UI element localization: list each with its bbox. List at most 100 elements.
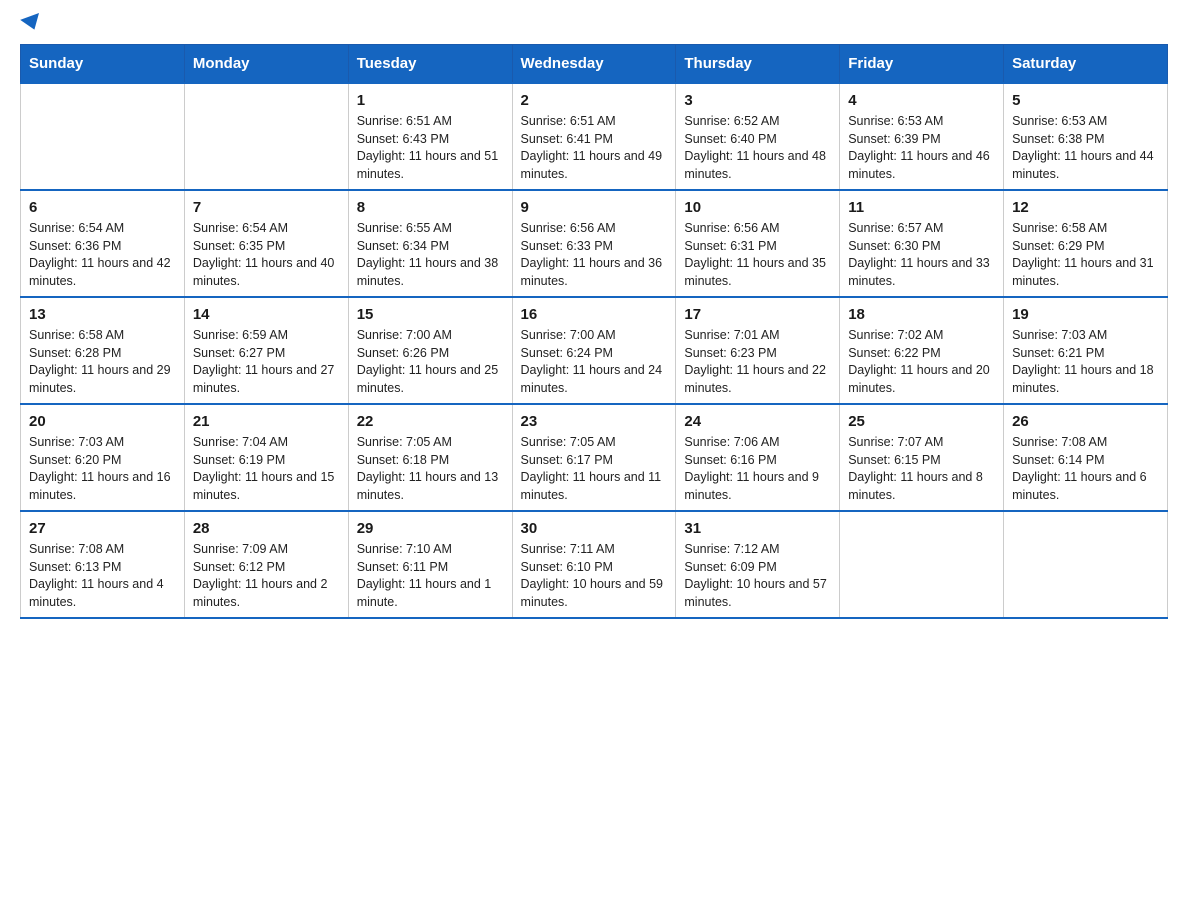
day-number: 12 — [1012, 197, 1159, 218]
sunrise-text: Sunrise: 7:02 AM — [848, 328, 943, 342]
day-number: 18 — [848, 304, 995, 325]
calendar-cell: 8 Sunrise: 6:55 AM Sunset: 6:34 PM Daylight… — [348, 190, 512, 297]
calendar-cell: 13Sunrise: 6:58 AMSunset: 6:28 PMDayligh… — [21, 297, 185, 404]
calendar-cell: 16Sunrise: 7:00 AMSunset: 6:24 PMDayligh… — [512, 297, 676, 404]
daylight-text: Daylight: 11 hours and 16 minutes. — [29, 470, 171, 502]
day-number: 20 — [29, 411, 176, 432]
calendar-cell: 28Sunrise: 7:09 AMSunset: 6:12 PMDayligh… — [184, 511, 348, 618]
daylight-text: Daylight: 11 hours and 40 minutes. — [193, 256, 335, 288]
calendar-cell: 24Sunrise: 7:06 AMSunset: 6:16 PMDayligh… — [676, 404, 840, 511]
daylight-text: Daylight: 11 hours and 2 minutes. — [193, 577, 328, 609]
calendar-cell: 10Sunrise: 6:56 AMSunset: 6:31 PMDayligh… — [676, 190, 840, 297]
calendar-cell: 20Sunrise: 7:03 AMSunset: 6:20 PMDayligh… — [21, 404, 185, 511]
calendar-cell: 7Sunrise: 6:54 AMSunset: 6:35 PMDaylight… — [184, 190, 348, 297]
calendar-cell: 21Sunrise: 7:04 AMSunset: 6:19 PMDayligh… — [184, 404, 348, 511]
sunrise-text: Sunrise: 6:55 AM — [357, 221, 452, 235]
daylight-text: Daylight: 11 hours and 27 minutes. — [193, 363, 335, 395]
sunset-text: Sunset: 6:27 PM — [193, 346, 285, 360]
sunrise-text: Sunrise: 7:08 AM — [29, 542, 124, 556]
sunrise-text: Sunrise: 7:08 AM — [1012, 435, 1107, 449]
daylight-text: Daylight: 11 hours and 15 minutes. — [193, 470, 335, 502]
calendar-week-row: 6Sunrise: 6:54 AMSunset: 6:36 PMDaylight… — [21, 190, 1168, 297]
calendar-cell — [840, 511, 1004, 618]
sunset-text: Sunset: 6:34 PM — [357, 239, 449, 253]
day-number: 10 — [684, 197, 831, 218]
day-number: 21 — [193, 411, 340, 432]
sunset-text: Sunset: 6:21 PM — [1012, 346, 1104, 360]
calendar-cell: 2Sunrise: 6:51 AMSunset: 6:41 PMDaylight… — [512, 83, 676, 190]
sunset-text: Sunset: 6:13 PM — [29, 560, 121, 574]
daylight-text: Daylight: 11 hours and 35 minutes. — [684, 256, 826, 288]
sunset-text: Sunset: 6:40 PM — [684, 132, 776, 146]
day-number: 4 — [848, 90, 995, 111]
calendar-cell: 9Sunrise: 6:56 AMSunset: 6:33 PMDaylight… — [512, 190, 676, 297]
day-number: 5 — [1012, 90, 1159, 111]
calendar-header-monday: Monday — [184, 45, 348, 84]
calendar-cell — [21, 83, 185, 190]
daylight-text: Daylight: 11 hours and 29 minutes. — [29, 363, 171, 395]
calendar-header-wednesday: Wednesday — [512, 45, 676, 84]
day-number: 25 — [848, 411, 995, 432]
sunrise-text: Sunrise: 7:03 AM — [1012, 328, 1107, 342]
logo — [20, 20, 42, 34]
sunset-text: Sunset: 6:19 PM — [193, 453, 285, 467]
sunrise-text: Sunrise: 7:09 AM — [193, 542, 288, 556]
calendar-cell: 29Sunrise: 7:10 AMSunset: 6:11 PMDayligh… — [348, 511, 512, 618]
sunset-text: Sunset: 6:31 PM — [684, 239, 776, 253]
daylight-text: Daylight: 11 hours and 9 minutes. — [684, 470, 819, 502]
daylight-text: Daylight: 11 hours and 22 minutes. — [684, 363, 826, 395]
sunset-text: Sunset: 6:09 PM — [684, 560, 776, 574]
sunset-text: Sunset: 6:10 PM — [521, 560, 613, 574]
day-number: 8 — [357, 197, 504, 218]
calendar-cell: 22Sunrise: 7:05 AMSunset: 6:18 PMDayligh… — [348, 404, 512, 511]
calendar-header-tuesday: Tuesday — [348, 45, 512, 84]
sunrise-text: Sunrise: 7:00 AM — [357, 328, 452, 342]
sunrise-text: Sunrise: 6:57 AM — [848, 221, 943, 235]
daylight-text: Daylight: 10 hours and 59 minutes. — [521, 577, 663, 609]
calendar-cell — [1004, 511, 1168, 618]
daylight-text: Daylight: 11 hours and 51 minutes. — [357, 149, 499, 181]
day-number: 13 — [29, 304, 176, 325]
day-number: 27 — [29, 518, 176, 539]
calendar-cell — [184, 83, 348, 190]
day-number: 16 — [521, 304, 668, 325]
day-number: 23 — [521, 411, 668, 432]
daylight-text: Daylight: 11 hours and 38 minutes. — [357, 256, 499, 288]
calendar-cell: 12Sunrise: 6:58 AMSunset: 6:29 PMDayligh… — [1004, 190, 1168, 297]
sunset-text: Sunset: 6:22 PM — [848, 346, 940, 360]
sunset-text: Sunset: 6:18 PM — [357, 453, 449, 467]
calendar-cell: 27Sunrise: 7:08 AMSunset: 6:13 PMDayligh… — [21, 511, 185, 618]
sunrise-text: Sunrise: 6:53 AM — [848, 114, 943, 128]
calendar-cell: 1Sunrise: 6:51 AMSunset: 6:43 PMDaylight… — [348, 83, 512, 190]
sunrise-text: Sunrise: 7:12 AM — [684, 542, 779, 556]
calendar-header-saturday: Saturday — [1004, 45, 1168, 84]
calendar-header-sunday: Sunday — [21, 45, 185, 84]
day-number: 7 — [193, 197, 340, 218]
calendar-cell: 4Sunrise: 6:53 AMSunset: 6:39 PMDaylight… — [840, 83, 1004, 190]
sunset-text: Sunset: 6:39 PM — [848, 132, 940, 146]
calendar-week-row: 13Sunrise: 6:58 AMSunset: 6:28 PMDayligh… — [21, 297, 1168, 404]
sunset-text: Sunset: 6:33 PM — [521, 239, 613, 253]
calendar-week-row: 20Sunrise: 7:03 AMSunset: 6:20 PMDayligh… — [21, 404, 1168, 511]
daylight-text: Daylight: 11 hours and 13 minutes. — [357, 470, 499, 502]
calendar-cell: 17Sunrise: 7:01 AMSunset: 6:23 PMDayligh… — [676, 297, 840, 404]
sunrise-text: Sunrise: 6:53 AM — [1012, 114, 1107, 128]
calendar-header-row: SundayMondayTuesdayWednesdayThursdayFrid… — [21, 45, 1168, 84]
day-number: 3 — [684, 90, 831, 111]
calendar-cell: 3Sunrise: 6:52 AMSunset: 6:40 PMDaylight… — [676, 83, 840, 190]
day-number: 6 — [29, 197, 176, 218]
day-number: 1 — [357, 90, 504, 111]
sunset-text: Sunset: 6:16 PM — [684, 453, 776, 467]
sunrise-text: Sunrise: 7:05 AM — [521, 435, 616, 449]
calendar-cell: 11Sunrise: 6:57 AMSunset: 6:30 PMDayligh… — [840, 190, 1004, 297]
calendar-cell: 6Sunrise: 6:54 AMSunset: 6:36 PMDaylight… — [21, 190, 185, 297]
daylight-text: Daylight: 11 hours and 18 minutes. — [1012, 363, 1154, 395]
logo-triangle-icon — [20, 13, 44, 33]
daylight-text: Daylight: 10 hours and 57 minutes. — [684, 577, 826, 609]
sunset-text: Sunset: 6:24 PM — [521, 346, 613, 360]
sunset-text: Sunset: 6:30 PM — [848, 239, 940, 253]
daylight-text: Daylight: 11 hours and 25 minutes. — [357, 363, 499, 395]
sunset-text: Sunset: 6:36 PM — [29, 239, 121, 253]
day-number: 30 — [521, 518, 668, 539]
sunset-text: Sunset: 6:43 PM — [357, 132, 449, 146]
